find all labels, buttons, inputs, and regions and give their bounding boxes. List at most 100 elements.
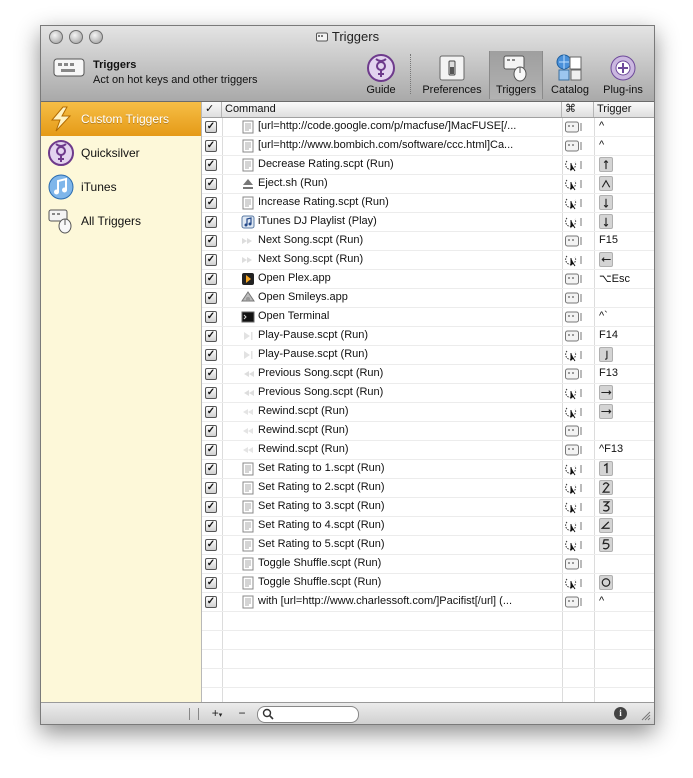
- enabled-checkbox[interactable]: ✓: [205, 444, 217, 456]
- enabled-checkbox[interactable]: ✓: [205, 387, 217, 399]
- enabled-checkbox[interactable]: ✓: [205, 273, 217, 285]
- enabled-checkbox[interactable]: ✓: [205, 463, 217, 475]
- table-row[interactable]: ✓ Open Smileys.app: [202, 289, 654, 308]
- next-track-icon: [242, 238, 252, 244]
- table-row[interactable]: ✓ Next Song.scpt (Run) F15: [202, 232, 654, 251]
- command-cell: Previous Song.scpt (Run): [258, 367, 384, 379]
- toolbar-catalog-button[interactable]: Catalog: [545, 51, 595, 99]
- toolbar-triggers-button[interactable]: Triggers: [489, 51, 543, 99]
- gesture-glyph: [602, 539, 610, 550]
- enabled-checkbox[interactable]: ✓: [205, 482, 217, 494]
- sidebar-item-all-triggers[interactable]: All Triggers: [41, 204, 201, 238]
- table-row[interactable]: ✓ Set Rating to 1.scpt (Run): [202, 460, 654, 479]
- keyboard-icon: [53, 58, 85, 77]
- table-row[interactable]: ✓ Previous Song.scpt (Run) F13: [202, 365, 654, 384]
- remove-icon: −: [238, 706, 246, 720]
- resize-grip-icon[interactable]: [639, 709, 651, 721]
- enabled-checkbox[interactable]: ✓: [205, 558, 217, 570]
- script-doc-icon: [242, 519, 254, 533]
- previous-track-icon: [244, 390, 254, 396]
- sidebar-item-itunes[interactable]: iTunes: [41, 170, 201, 204]
- enabled-checkbox[interactable]: ✓: [205, 577, 217, 589]
- enabled-checkbox[interactable]: ✓: [205, 520, 217, 532]
- table-row[interactable]: ✓ Decrease Rating.scpt (Run): [202, 156, 654, 175]
- remove-trigger-button[interactable]: −: [234, 706, 250, 722]
- table-row[interactable]: ✓ Play-Pause.scpt (Run) F14: [202, 327, 654, 346]
- enabled-checkbox[interactable]: ✓: [205, 121, 217, 133]
- command-cell: iTunes DJ Playlist (Play): [258, 215, 377, 227]
- enabled-checkbox[interactable]: ✓: [205, 159, 217, 171]
- table-row[interactable]: ✓ iTunes DJ Playlist (Play): [202, 213, 654, 232]
- enabled-checkbox[interactable]: ✓: [205, 330, 217, 342]
- enabled-checkbox[interactable]: ✓: [205, 254, 217, 266]
- next-track-icon: [242, 257, 252, 263]
- trigger-cell: F13: [599, 367, 618, 379]
- table-row[interactable]: ✓ Rewind.scpt (Run) ^F13: [202, 441, 654, 460]
- enabled-checkbox[interactable]: ✓: [205, 349, 217, 361]
- sidebar-item-custom-triggers[interactable]: Custom Triggers: [41, 102, 201, 136]
- empty-row: [202, 669, 654, 688]
- trigger-cell: F14: [599, 329, 618, 341]
- table-row[interactable]: ✓ Open Plex.app ⌥Esc: [202, 270, 654, 289]
- sidebar-item-quicksilver[interactable]: Quicksilver: [41, 136, 201, 170]
- toolbar-separator: [410, 54, 412, 94]
- table-row[interactable]: ✓ with [url=http://www.charlessoft.com/]P…: [202, 593, 654, 612]
- table-row[interactable]: ✓ Set Rating to 4.scpt (Run): [202, 517, 654, 536]
- sidebar-resize-handle[interactable]: [189, 708, 199, 720]
- enabled-checkbox[interactable]: ✓: [205, 292, 217, 304]
- command-cell: Play-Pause.scpt (Run): [258, 348, 369, 360]
- enabled-checkbox[interactable]: ✓: [205, 140, 217, 152]
- header-subtitle: Act on hot keys and other triggers: [93, 74, 258, 86]
- window-title-bar: Triggers: [41, 29, 654, 44]
- table-row[interactable]: ✓ Rewind.scpt (Run): [202, 422, 654, 441]
- mouse-gesture-type-icon: [565, 540, 582, 552]
- mouse-gesture-type-icon: [565, 160, 582, 172]
- command-cell: with [url=http://www.charlessoft.com/]Pa…: [258, 595, 512, 607]
- enabled-checkbox[interactable]: ✓: [205, 368, 217, 380]
- info-button[interactable]: i: [614, 707, 627, 720]
- table-row[interactable]: ✓ Rewind.scpt (Run): [202, 403, 654, 422]
- table-row[interactable]: ✓ [url=http://www.bombich.com/software/cc…: [202, 137, 654, 156]
- table-row[interactable]: ✓ Set Rating to 2.scpt (Run): [202, 479, 654, 498]
- table-row[interactable]: ✓ Set Rating to 5.scpt (Run): [202, 536, 654, 555]
- table-row[interactable]: ✓ Set Rating to 3.scpt (Run): [202, 498, 654, 517]
- add-trigger-button[interactable]: +▾: [206, 706, 228, 722]
- table-row[interactable]: ✓ Toggle Shuffle.scpt (Run): [202, 555, 654, 574]
- table-row[interactable]: ✓ Toggle Shuffle.scpt (Run): [202, 574, 654, 593]
- enabled-checkbox[interactable]: ✓: [205, 425, 217, 437]
- table-row[interactable]: ✓ Increase Rating.scpt (Run): [202, 194, 654, 213]
- toolbar-guide-button[interactable]: Guide: [361, 51, 401, 99]
- enabled-checkbox[interactable]: ✓: [205, 596, 217, 608]
- column-type-header[interactable]: ⌘: [562, 102, 594, 117]
- toolbar-plugins-label: Plug-ins: [603, 84, 643, 96]
- toolbar-plugins-button[interactable]: Plug-ins: [597, 51, 649, 99]
- enabled-checkbox[interactable]: ✓: [205, 539, 217, 551]
- toolbar-preferences-button[interactable]: Preferences: [419, 51, 485, 99]
- search-field[interactable]: [257, 706, 359, 723]
- column-enabled-header[interactable]: ✓: [202, 102, 222, 117]
- quicksilver-icon: [48, 140, 74, 166]
- mouse-gesture-type-icon: [565, 198, 582, 210]
- terminal-app-icon: [241, 311, 255, 323]
- column-trigger-header[interactable]: Trigger: [594, 102, 654, 117]
- table-row[interactable]: ✓ Play-Pause.scpt (Run): [202, 346, 654, 365]
- enabled-checkbox[interactable]: ✓: [205, 406, 217, 418]
- script-doc-icon: [242, 481, 254, 495]
- command-cell: Rewind.scpt (Run): [258, 405, 349, 417]
- enabled-checkbox[interactable]: ✓: [205, 235, 217, 247]
- table-row[interactable]: ✓ Eject.sh (Run): [202, 175, 654, 194]
- hotkey-type-icon: [565, 121, 582, 133]
- table-row[interactable]: ✓ [url=http://code.google.com/p/macfuse/]…: [202, 118, 654, 137]
- table-row[interactable]: ✓ Next Song.scpt (Run): [202, 251, 654, 270]
- enabled-checkbox[interactable]: ✓: [205, 216, 217, 228]
- enabled-checkbox[interactable]: ✓: [205, 178, 217, 190]
- script-doc-icon: [242, 462, 254, 476]
- column-command-header[interactable]: Command: [222, 102, 562, 117]
- triggers-window: Triggers Triggers Act on hot keys and ot…: [40, 25, 655, 725]
- enabled-checkbox[interactable]: ✓: [205, 501, 217, 513]
- table-row[interactable]: ✓ Previous Song.scpt (Run): [202, 384, 654, 403]
- enabled-checkbox[interactable]: ✓: [205, 197, 217, 209]
- search-input[interactable]: [276, 708, 356, 722]
- enabled-checkbox[interactable]: ✓: [205, 311, 217, 323]
- table-row[interactable]: ✓ Open Terminal ^`: [202, 308, 654, 327]
